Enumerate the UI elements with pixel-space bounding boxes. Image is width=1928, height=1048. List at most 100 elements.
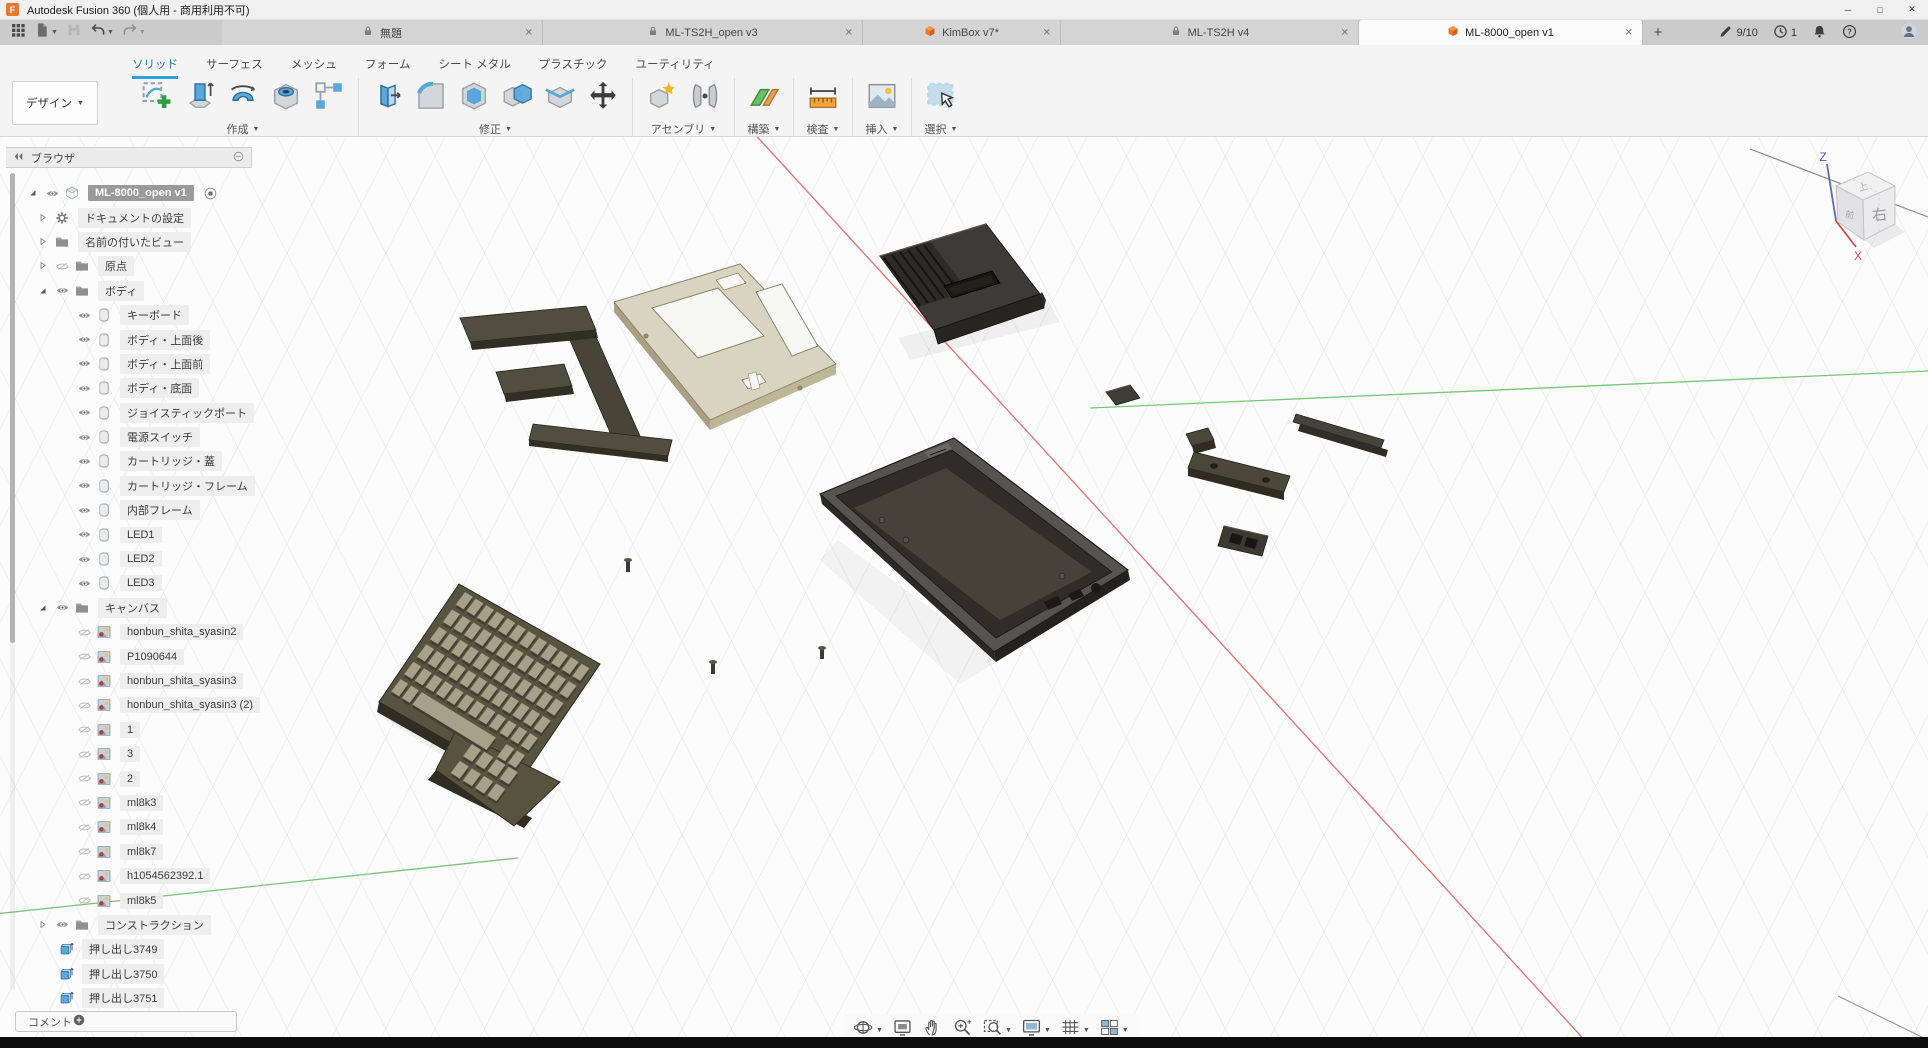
new-tab-button[interactable]: +: [1643, 20, 1673, 45]
part-rail[interactable]: [1293, 414, 1388, 457]
expander-icon[interactable]: [32, 285, 54, 297]
viewport-canvas[interactable]: Z X 上 前 右 ブラウザ ML-8000_open v1ドキュメントの設定名…: [0, 137, 1928, 1048]
redo-button[interactable]: ▼: [120, 21, 148, 44]
browser-tree-row[interactable]: 電源スイッチ: [6, 425, 252, 449]
part-screw-2[interactable]: [709, 660, 717, 674]
expander-icon[interactable]: [32, 260, 54, 272]
browser-tree-row[interactable]: ジョイスティックポート: [6, 401, 252, 425]
visibility-eye-icon[interactable]: [76, 453, 96, 470]
visibility-eye-icon[interactable]: [54, 599, 74, 616]
visibility-eye-icon[interactable]: [76, 868, 96, 885]
browser-tree-row[interactable]: キャンバス: [6, 596, 252, 620]
revolve-button[interactable]: [225, 80, 261, 116]
part-body-bottom[interactable]: [820, 438, 1130, 662]
browser-tree-row[interactable]: 内部フレーム: [6, 498, 252, 522]
visibility-eye-icon[interactable]: [76, 819, 96, 836]
visibility-eye-icon[interactable]: [76, 673, 96, 690]
browser-tree-row[interactable]: ml8k3: [6, 791, 252, 815]
part-screw-3[interactable]: [818, 646, 826, 659]
browser-tree-row[interactable]: 押し出し3751: [6, 986, 252, 1010]
document-tab[interactable]: ML-TS2H v4✕: [1061, 20, 1359, 45]
tab-close-icon[interactable]: ✕: [1341, 27, 1349, 38]
ribbon-tab[interactable]: フォーム: [365, 56, 411, 79]
visibility-eye-icon[interactable]: [76, 307, 96, 324]
visibility-eye-icon[interactable]: [76, 697, 96, 714]
document-tab[interactable]: 無題✕: [222, 20, 543, 45]
tab-close-icon[interactable]: ✕: [1625, 27, 1633, 38]
document-tab[interactable]: ML-TS2H_open v3✕: [543, 20, 863, 45]
browser-tree-row[interactable]: ml8k7: [6, 840, 252, 864]
maximize-button[interactable]: □: [1864, 0, 1896, 19]
visibility-eye-icon[interactable]: [54, 282, 74, 299]
part-power-switch[interactable]: [1106, 385, 1140, 405]
measure-button[interactable]: [805, 80, 841, 116]
save-button[interactable]: [64, 21, 84, 44]
part-keyboard[interactable]: [377, 584, 600, 828]
browser-tree-row[interactable]: 1: [6, 718, 252, 742]
extrude-button[interactable]: [182, 80, 218, 116]
browser-tree-row[interactable]: honbun_shita_syasin3 (2): [6, 693, 252, 717]
browser-tree-row[interactable]: 3: [6, 742, 252, 766]
ribbon-tab[interactable]: ユーティリティ: [635, 56, 714, 79]
browser-tree-row[interactable]: ボディ・上面前: [6, 352, 252, 376]
group-dropdown[interactable]: 選択▼: [925, 121, 958, 137]
browser-tree-row[interactable]: 押し出し3749: [6, 937, 252, 961]
visibility-eye-icon[interactable]: [76, 892, 96, 909]
ribbon-tab[interactable]: メッシュ: [291, 56, 337, 79]
visibility-eye-icon[interactable]: [76, 331, 96, 348]
visibility-eye-icon[interactable]: [54, 258, 74, 275]
tab-close-icon[interactable]: ✕: [845, 27, 853, 38]
ribbon-tab[interactable]: ソリッド: [132, 56, 178, 79]
browser-tree-row[interactable]: ボディ: [6, 279, 252, 303]
visibility-eye-icon[interactable]: [76, 794, 96, 811]
ribbon-tab[interactable]: サーフェス: [206, 56, 263, 79]
browser-header[interactable]: ブラウザ: [6, 147, 252, 168]
construction-plane-button[interactable]: [746, 80, 782, 116]
visibility-eye-icon[interactable]: [76, 502, 96, 519]
browser-tree-row[interactable]: 2: [6, 766, 252, 790]
browser-tree-row[interactable]: カートリッジ・蓋: [6, 449, 252, 473]
ribbon-tab[interactable]: プラスチック: [539, 56, 608, 79]
group-dropdown[interactable]: 修正▼: [479, 121, 512, 137]
viewcube-right-face[interactable]: 右: [1871, 206, 1888, 224]
visibility-eye-icon[interactable]: [44, 185, 64, 202]
usage-badge[interactable]: 9/10: [1718, 24, 1757, 42]
group-dropdown[interactable]: 挿入▼: [866, 121, 899, 137]
ribbon-tab[interactable]: シート メタル: [438, 56, 510, 79]
visibility-eye-icon[interactable]: [76, 624, 96, 641]
expander-icon[interactable]: [32, 919, 54, 931]
visibility-eye-icon[interactable]: [76, 770, 96, 787]
browser-tree-row[interactable]: honbun_shita_syasin3: [6, 669, 252, 693]
create-sketch-button[interactable]: [139, 80, 175, 116]
browser-tree-row[interactable]: honbun_shita_syasin2: [6, 620, 252, 644]
browser-tree-row[interactable]: ML-8000_open v1: [6, 181, 252, 205]
new-component-button[interactable]: [644, 80, 680, 116]
browser-tree-row[interactable]: LED2: [6, 547, 252, 571]
undo-button[interactable]: ▼: [88, 21, 116, 44]
split-body-button[interactable]: [542, 80, 578, 116]
browser-tree-row[interactable]: 名前の付いたビュー: [6, 230, 252, 254]
group-dropdown[interactable]: 検査▼: [807, 121, 840, 137]
visibility-eye-icon[interactable]: [76, 477, 96, 494]
group-dropdown[interactable]: アセンブリ▼: [651, 121, 716, 137]
browser-tree-row[interactable]: LED1: [6, 522, 252, 546]
browser-tree-row[interactable]: ボディ・上面後: [6, 327, 252, 351]
close-button[interactable]: ✕: [1896, 0, 1928, 19]
press-pull-button[interactable]: [370, 80, 406, 116]
browser-tree-row[interactable]: ml8k5: [6, 888, 252, 912]
joint-button[interactable]: [687, 80, 723, 116]
browser-tree-row[interactable]: キーボード: [6, 303, 252, 327]
tab-close-icon[interactable]: ✕: [525, 27, 533, 38]
visibility-eye-icon[interactable]: [76, 380, 96, 397]
user-avatar[interactable]: [1900, 22, 1918, 43]
browser-tree-row[interactable]: P1090644: [6, 644, 252, 668]
visibility-eye-icon[interactable]: [76, 746, 96, 763]
visibility-eye-icon[interactable]: [76, 429, 96, 446]
part-body-top-front[interactable]: [614, 264, 836, 430]
notifications-button[interactable]: [1812, 24, 1827, 42]
visibility-eye-icon[interactable]: [76, 575, 96, 592]
visibility-eye-icon[interactable]: [76, 355, 96, 372]
browser-tree-row[interactable]: ml8k4: [6, 815, 252, 839]
group-dropdown[interactable]: 構築▼: [748, 121, 781, 137]
expander-icon[interactable]: [32, 212, 54, 224]
